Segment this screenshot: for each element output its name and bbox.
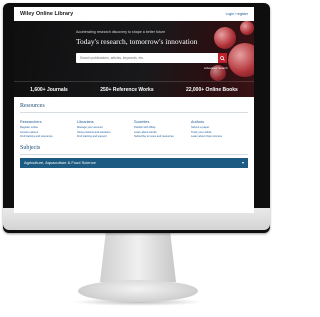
search-button[interactable] <box>218 53 227 63</box>
stat-online-books[interactable]: 22,000+ Online Books <box>186 87 238 93</box>
search-bar <box>76 53 227 63</box>
subject-label: Agriculture, Aquaculture & Food Science <box>24 160 96 166</box>
resources-heading[interactable]: Societies <box>134 120 191 124</box>
hero-headline: Today's research, tomorrow's innovation <box>76 37 198 46</box>
resources-column-librarians: Librarians Manage your account View prod… <box>77 117 134 140</box>
advanced-search-link[interactable]: Advanced Search <box>204 66 228 70</box>
monitor-stand-neck <box>100 230 176 282</box>
stat-journals[interactable]: 1,600+ Journals <box>30 87 68 93</box>
subject-accordion-agriculture[interactable]: Agriculture, Aquaculture & Food Science … <box>20 157 248 168</box>
resources-link[interactable]: Subscribe to news and resources <box>134 135 191 140</box>
stats-bar: 1,600+ Journals 250+ Reference Works 22,… <box>14 81 254 97</box>
site-header: Wiley Online Library Login / register <box>14 7 254 21</box>
monitor-screen: Wiley Online Library Login / register Ac… <box>14 7 254 213</box>
resources-heading[interactable]: Authors <box>191 120 248 124</box>
search-input[interactable] <box>76 56 218 60</box>
chevron-down-icon: ▾ <box>241 160 244 166</box>
subjects-divider <box>20 153 248 155</box>
resources-column-societies: Societies Publish with Wiley Learn about… <box>134 117 191 140</box>
monitor-mockup: Wiley Online Library Login / register Ac… <box>0 0 276 317</box>
resources-column-researchers: Researchers Register online Access optio… <box>20 117 77 140</box>
hero-banner: Accelerating research discovery to shape… <box>14 21 254 97</box>
site-logo[interactable]: Wiley Online Library <box>20 11 73 17</box>
search-icon <box>220 55 225 61</box>
resources-link[interactable]: Find training and support <box>77 135 134 140</box>
resources-link[interactable]: Learn about Open Access <box>191 135 248 140</box>
resources-grid: Researchers Register online Access optio… <box>20 112 248 140</box>
login-register-link[interactable]: Login / register <box>226 12 248 16</box>
resources-heading[interactable]: Librarians <box>77 120 134 124</box>
hero-tagline: Accelerating research discovery to shape… <box>76 30 166 34</box>
subjects-title: Subjects <box>20 144 41 151</box>
resources-title: Resources <box>20 103 45 109</box>
stat-reference-works[interactable]: 250+ Reference Works <box>100 87 153 93</box>
resources-link[interactable]: Find training and resources <box>20 135 77 140</box>
resources-column-authors: Authors Submit a paper Track your articl… <box>191 117 248 140</box>
resources-heading[interactable]: Researchers <box>20 120 77 124</box>
monitor-stand-base <box>78 280 198 302</box>
